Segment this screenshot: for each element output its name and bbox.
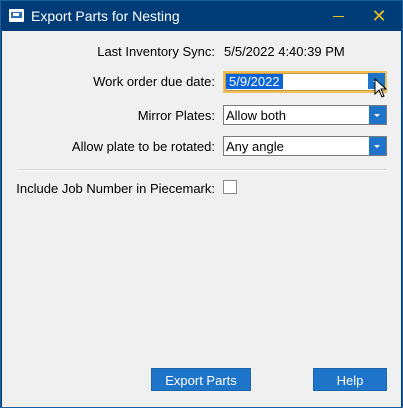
- mirror-plates-value: Allow both: [226, 108, 286, 123]
- dialog-body: Last Inventory Sync: 5/5/2022 4:40:39 PM…: [2, 31, 401, 407]
- last-sync-label: Last Inventory Sync:: [97, 44, 215, 59]
- title-bar[interactable]: Export Parts for Nesting ✕: [1, 1, 402, 31]
- export-parts-dialog: Export Parts for Nesting ✕ Last Inventor…: [0, 0, 403, 408]
- chevron-down-icon[interactable]: [369, 106, 386, 124]
- mirror-plates-select[interactable]: Allow both: [223, 105, 387, 125]
- due-date-picker[interactable]: 5/9/2022: [223, 71, 387, 93]
- help-button[interactable]: Help: [313, 368, 387, 391]
- due-date-label: Work order due date:: [93, 74, 215, 89]
- chevron-down-icon[interactable]: [369, 137, 386, 155]
- minimize-button[interactable]: [321, 1, 357, 31]
- close-button[interactable]: ✕: [361, 1, 397, 31]
- close-icon: ✕: [371, 6, 387, 26]
- window-title: Export Parts for Nesting: [31, 8, 180, 24]
- include-job-label: Include Job Number in Piecemark:: [16, 181, 215, 196]
- app-icon: [9, 9, 24, 22]
- mirror-plates-label: Mirror Plates:: [137, 108, 215, 123]
- export-parts-button[interactable]: Export Parts: [151, 368, 251, 391]
- rotate-select[interactable]: Any angle: [223, 136, 387, 156]
- due-date-value[interactable]: 5/9/2022: [226, 74, 283, 89]
- include-job-checkbox[interactable]: [223, 180, 237, 194]
- minimize-icon: [333, 16, 344, 17]
- mouse-pointer-icon: [374, 78, 388, 98]
- last-sync-value: 5/5/2022 4:40:39 PM: [224, 44, 345, 59]
- section-divider: [18, 169, 386, 171]
- rotate-value: Any angle: [226, 139, 284, 154]
- rotate-label: Allow plate to be rotated:: [71, 139, 215, 154]
